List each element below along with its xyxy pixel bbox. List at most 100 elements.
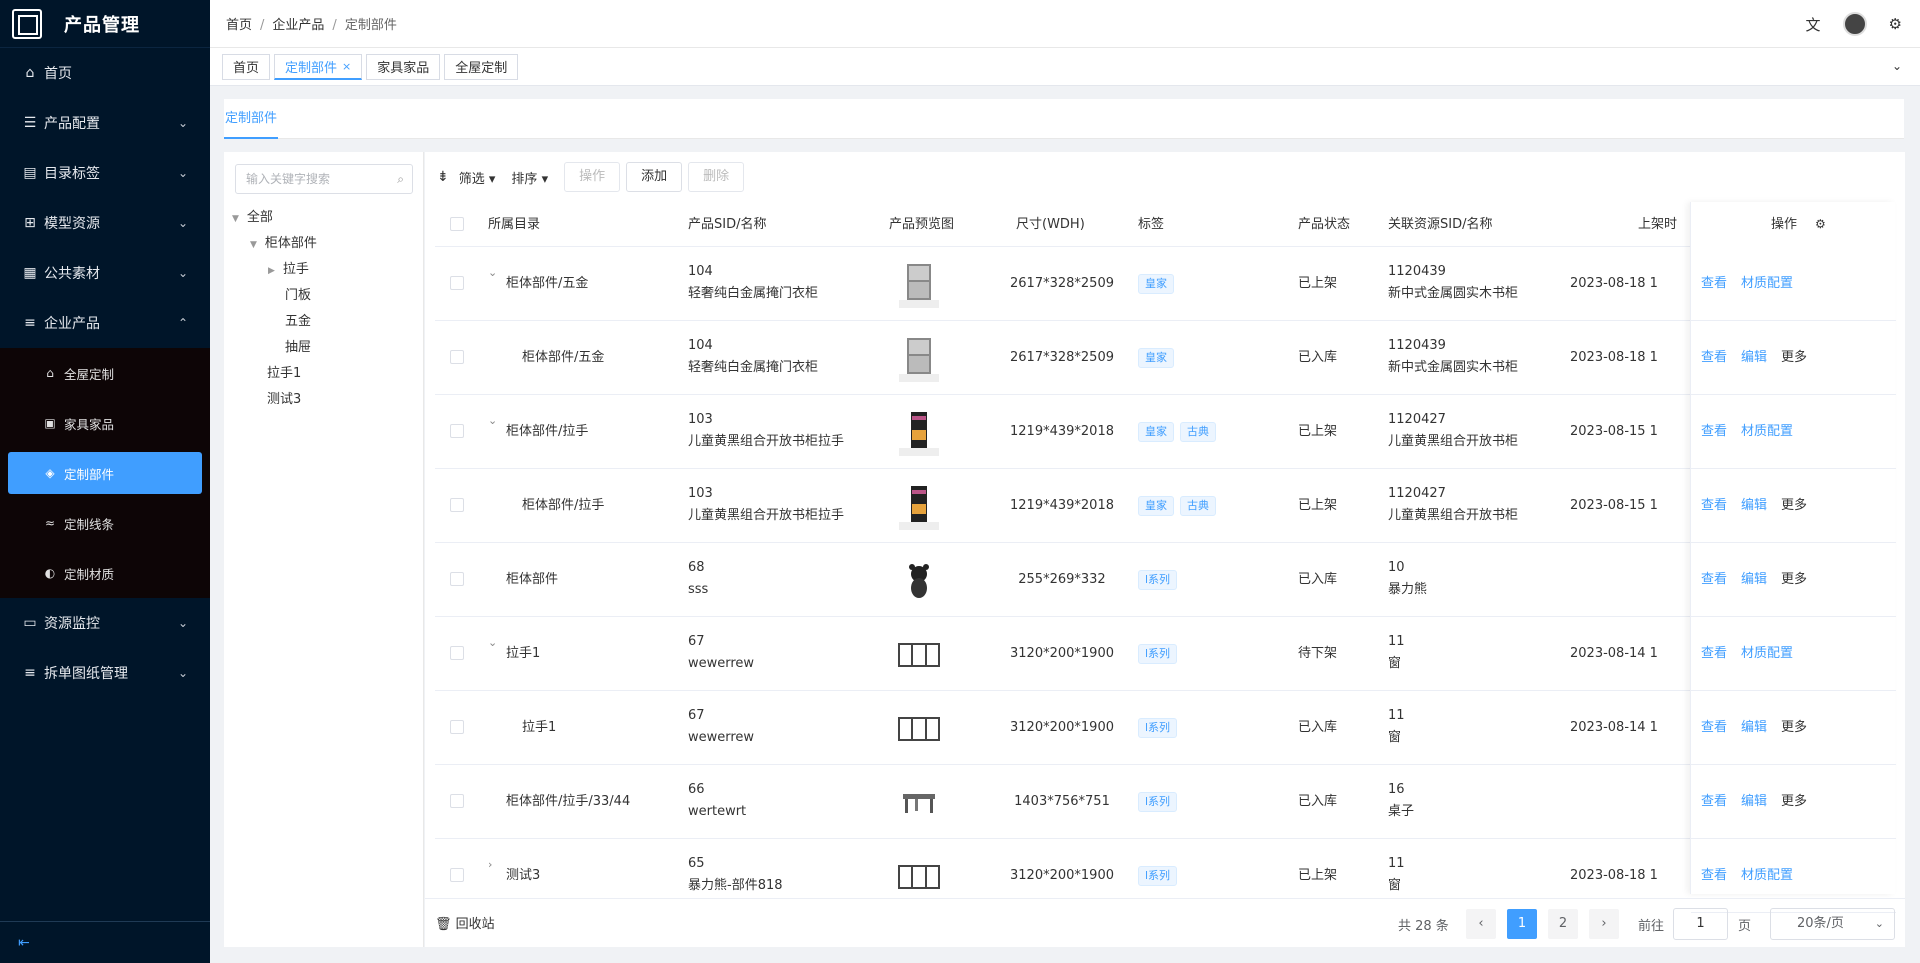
tree-node-test3[interactable]: 测试3 [267, 388, 301, 412]
translate-icon[interactable]: 文 [1806, 14, 1821, 35]
row-checkbox[interactable] [450, 868, 464, 882]
page-size-select[interactable]: 20条/页 ⌄ [1770, 908, 1895, 940]
product-thumbnail[interactable] [895, 260, 943, 308]
column-settings-icon[interactable]: ⚙ [1815, 217, 1826, 231]
expand-icon[interactable]: › [488, 854, 492, 876]
expand-icon[interactable]: ⌄ [488, 262, 497, 284]
view-link[interactable]: 查看 [1701, 720, 1727, 735]
page-1-button[interactable]: 1 [1507, 909, 1537, 939]
sidebar-subitem-custom-lines[interactable]: ≈ 定制线条 [0, 498, 210, 548]
sort-dropdown[interactable]: 排序 ▾ [511, 168, 548, 187]
row-checkbox[interactable] [450, 498, 464, 512]
more-link[interactable]: 更多 [1781, 720, 1807, 735]
row-checkbox[interactable] [450, 350, 464, 364]
tree-node-hardware[interactable]: 五金 [285, 310, 311, 334]
chevron-down-icon[interactable]: ⌄ [1892, 59, 1902, 73]
view-link[interactable]: 查看 [1701, 868, 1727, 883]
material-config-link[interactable]: 材质配置 [1741, 424, 1793, 439]
product-thumbnail[interactable] [895, 408, 943, 456]
tree-node-door-panel[interactable]: 门板 [285, 284, 311, 308]
product-thumbnail[interactable] [895, 556, 943, 604]
goto-page-input[interactable]: 1 [1673, 908, 1728, 940]
sidebar-item-enterprise-products[interactable]: ≡ 企业产品 ⌃ [0, 298, 210, 348]
tree-node-handle1[interactable]: 拉手1 [267, 362, 301, 386]
indent-icon[interactable]: ⇟ [437, 169, 449, 185]
tag-custom-parts[interactable]: 定制部件 × [274, 53, 363, 80]
prev-page-button[interactable]: ‹ [1466, 909, 1496, 939]
sidebar-subitem-custom-materials[interactable]: ◐ 定制材质 [0, 548, 210, 598]
tree-node-handle[interactable]: ▶ 拉手 [268, 258, 309, 282]
product-thumbnail[interactable] [895, 778, 943, 826]
edit-link[interactable]: 编辑 [1741, 350, 1767, 365]
product-thumbnail[interactable] [895, 852, 943, 894]
tree-node-all[interactable]: ▼ 全部 [232, 206, 273, 230]
tag-home[interactable]: 首页 [222, 53, 271, 80]
tab-custom-parts[interactable]: 定制部件 [224, 99, 279, 139]
material-config-link[interactable]: 材质配置 [1741, 276, 1793, 291]
row-checkbox[interactable] [450, 794, 464, 808]
view-link[interactable]: 查看 [1701, 276, 1727, 291]
gear-icon[interactable]: ⚙ [1889, 15, 1902, 33]
view-link[interactable]: 查看 [1701, 424, 1727, 439]
collapse-sidebar-button[interactable]: ⇤ [0, 921, 210, 963]
select-all-checkbox[interactable] [450, 217, 464, 231]
filter-dropdown[interactable]: 筛选 ▾ [459, 168, 496, 187]
view-link[interactable]: 查看 [1701, 498, 1727, 513]
sidebar-item-product-config[interactable]: ☰ 产品配置 ⌄ [0, 98, 210, 148]
row-checkbox[interactable] [450, 424, 464, 438]
material-config-link[interactable]: 材质配置 [1741, 646, 1793, 661]
breadcrumb-home[interactable]: 首页 [226, 18, 252, 33]
row-checkbox[interactable] [450, 720, 464, 734]
operate-button[interactable]: 操作 [564, 162, 621, 192]
more-link[interactable]: 更多 [1781, 350, 1807, 365]
more-link[interactable]: 更多 [1781, 572, 1807, 587]
page-2-button[interactable]: 2 [1548, 909, 1578, 939]
table-row[interactable]: ⌄ 柜体部件/拉手 103 儿童黄黑组合开放书柜拉手 1219*439*2018 皇家 古典… [435, 395, 1895, 469]
tree-node-cabinet-parts[interactable]: ▼ 柜体部件 [250, 232, 317, 256]
table-row[interactable]: 拉手1 67 wewerrew 3120*200*1900 l系列 已入库 11 窗 2023-… [435, 691, 1895, 765]
sidebar-subitem-furniture[interactable]: ▣ 家具家品 [0, 398, 210, 448]
sidebar-item-resource-monitor[interactable]: ▭ 资源监控 ⌄ [0, 598, 210, 648]
tree-node-drawer[interactable]: 抽屉 [285, 336, 311, 360]
table-row[interactable]: ⌄ 柜体部件/五金 104 轻奢纯白金属掩门衣柜 2617*328*2509 皇家 已上架 1… [435, 247, 1895, 321]
breadcrumb-enterprise[interactable]: 企业产品 [272, 18, 324, 33]
view-link[interactable]: 查看 [1701, 350, 1727, 365]
view-link[interactable]: 查看 [1701, 794, 1727, 809]
table-row[interactable]: › 测试3 65 暴力熊-部件818 3120*200*1900 l系列 已上架 11 窗 202… [435, 839, 1895, 894]
edit-link[interactable]: 编辑 [1741, 720, 1767, 735]
row-checkbox[interactable] [450, 646, 464, 660]
expand-icon[interactable]: ⌄ [488, 632, 497, 654]
add-button[interactable]: 添加 [626, 162, 683, 192]
product-thumbnail[interactable] [895, 334, 943, 382]
table-row[interactable]: 柜体部件/拉手/33/44 66 wertewrt 1403*756*751 l系列 已入… [435, 765, 1895, 839]
tag-whole-house[interactable]: 全屋定制 [444, 53, 519, 80]
edit-link[interactable]: 编辑 [1741, 498, 1767, 513]
product-thumbnail[interactable] [895, 630, 943, 678]
recycle-bin-link[interactable]: 🗑 回收站 [435, 913, 495, 932]
close-icon[interactable]: × [342, 60, 351, 73]
sidebar-item-home[interactable]: ⌂ 首页 [0, 48, 210, 98]
table-row[interactable]: ⌄ 拉手1 67 wewerrew 3120*200*1900 l系列 待下架 11 窗 2023… [435, 617, 1895, 691]
sidebar-item-catalog-tags[interactable]: ▤ 目录标签 ⌄ [0, 148, 210, 198]
sidebar-item-public-materials[interactable]: ▦ 公共素材 ⌄ [0, 248, 210, 298]
edit-link[interactable]: 编辑 [1741, 572, 1767, 587]
tag-furniture[interactable]: 家具家品 [366, 53, 441, 80]
row-checkbox[interactable] [450, 276, 464, 290]
product-thumbnail[interactable] [895, 482, 943, 530]
edit-link[interactable]: 编辑 [1741, 794, 1767, 809]
row-checkbox[interactable] [450, 572, 464, 586]
table-row[interactable]: 柜体部件/拉手 103 儿童黄黑组合开放书柜拉手 1219*439*2018 皇家 古典 已… [435, 469, 1895, 543]
sidebar-item-drawing-management[interactable]: ≡ 拆单图纸管理 ⌄ [0, 648, 210, 698]
product-thumbnail[interactable] [895, 704, 943, 752]
tree-search-input[interactable]: 输入关键字搜索 ⌕ [235, 164, 413, 194]
sidebar-item-model-resources[interactable]: ⊞ 模型资源 ⌄ [0, 198, 210, 248]
table-row[interactable]: 柜体部件 68 sss 255*269*332 l系列 已入库 10 暴力熊 [435, 543, 1895, 617]
sidebar-subitem-custom-parts[interactable]: ◈ 定制部件 [8, 452, 202, 494]
view-link[interactable]: 查看 [1701, 572, 1727, 587]
expand-icon[interactable]: ⌄ [488, 410, 497, 432]
material-config-link[interactable]: 材质配置 [1741, 868, 1793, 883]
more-link[interactable]: 更多 [1781, 794, 1807, 809]
table-row[interactable]: 柜体部件/五金 104 轻奢纯白金属掩门衣柜 2617*328*2509 皇家 已入库 11… [435, 321, 1895, 395]
delete-button[interactable]: 删除 [688, 162, 745, 192]
avatar[interactable] [1842, 12, 1867, 36]
